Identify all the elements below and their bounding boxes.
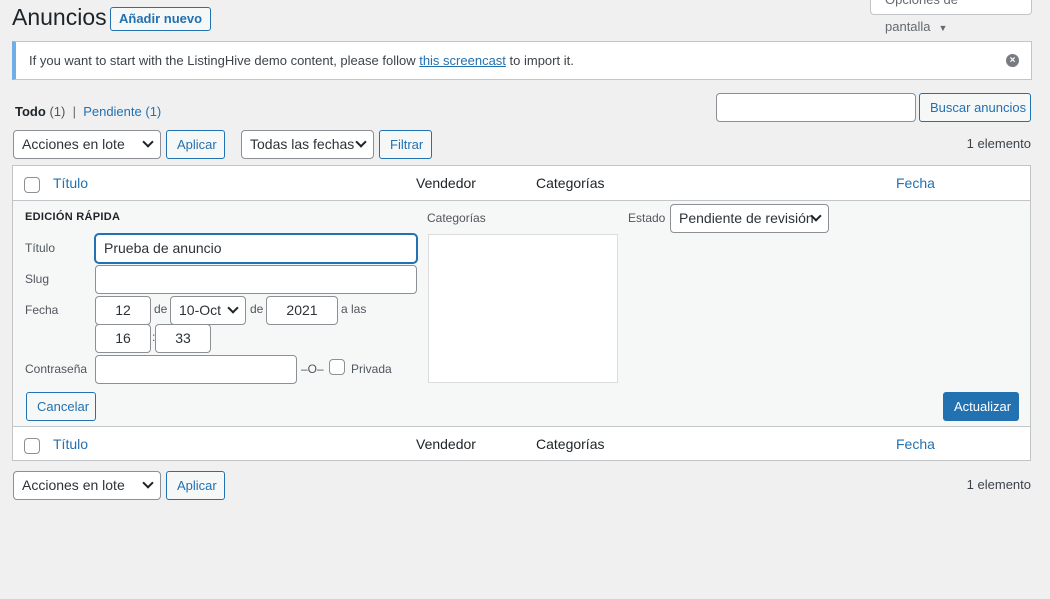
date-at-label: a las <box>341 302 367 316</box>
status-label: Estado <box>628 211 666 225</box>
page-title: Anuncios <box>12 4 107 30</box>
slug-input[interactable] <box>95 265 417 294</box>
chevron-down-icon <box>227 302 239 314</box>
view-separator: | <box>72 104 76 119</box>
day-input[interactable]: 12 <box>95 296 151 325</box>
column-categories: Categorías <box>536 175 605 191</box>
column-title-footer[interactable]: Título <box>53 436 88 452</box>
view-all-label: Todo <box>15 104 46 119</box>
categories-label: Categorías <box>427 211 486 225</box>
update-button[interactable]: Actualizar <box>943 392 1019 421</box>
year-input[interactable]: 2021 <box>266 296 338 325</box>
quick-edit-panel: EDICIÓN RÁPIDA Título Prueba de anuncio … <box>13 201 1030 426</box>
chevron-down-icon <box>142 477 154 489</box>
caret-down-icon: ▼ <box>938 23 948 33</box>
column-vendor: Vendedor <box>416 175 476 191</box>
date-label: Fecha <box>25 303 59 317</box>
column-date-footer[interactable]: Fecha <box>896 436 935 452</box>
status-views: Todo (1) | Pendiente (1) <box>15 104 161 119</box>
month-select[interactable]: 10-Oct <box>170 296 246 325</box>
listings-table: Título Vendedor Categorías Fecha EDICIÓN… <box>12 165 1031 461</box>
cancel-button[interactable]: Cancelar <box>26 392 96 421</box>
bulk-actions-value: Acciones en lote <box>22 136 125 152</box>
search-input[interactable] <box>716 93 916 122</box>
select-all-checkbox-footer[interactable] <box>24 438 40 454</box>
dates-filter-select[interactable]: Todas las fechas <box>241 130 374 159</box>
screencast-link[interactable]: this screencast <box>419 53 506 68</box>
chevron-down-icon <box>355 136 367 148</box>
month-value: 10-Oct <box>179 302 222 318</box>
dismiss-icon[interactable]: × <box>1006 54 1019 67</box>
status-value: Pendiente de revisión <box>679 210 814 226</box>
column-title[interactable]: Título <box>53 175 88 191</box>
column-categories-footer: Categorías <box>536 436 605 452</box>
private-checkbox[interactable] <box>329 359 345 375</box>
chevron-down-icon <box>142 136 154 148</box>
screen-options-button[interactable]: Opciones de pantalla▼ <box>870 0 1032 34</box>
password-input[interactable] <box>95 355 297 384</box>
bulk-actions-value-bottom: Acciones en lote <box>22 477 125 493</box>
view-pending-label: Pendiente <box>83 104 142 119</box>
title-input[interactable]: Prueba de anuncio <box>95 234 417 263</box>
quick-edit-heading: EDICIÓN RÁPIDA <box>25 211 121 223</box>
private-label: Privada <box>351 362 392 376</box>
table-footer: Título Vendedor Categorías Fecha <box>13 426 1030 461</box>
or-separator: –O– <box>301 362 324 376</box>
info-notice: If you want to start with the ListingHiv… <box>12 41 1032 80</box>
column-date[interactable]: Fecha <box>896 175 935 191</box>
apply-button-top[interactable]: Aplicar <box>166 130 225 159</box>
view-all-count: (1) <box>49 104 66 119</box>
column-vendor-footer: Vendedor <box>416 436 476 452</box>
item-count-top: 1 elemento <box>966 136 1031 151</box>
table-header: Título Vendedor Categorías Fecha <box>13 166 1030 201</box>
hour-input[interactable]: 16 <box>95 324 151 353</box>
bulk-actions-select-bottom[interactable]: Acciones en lote <box>13 471 161 500</box>
view-all[interactable]: Todo (1) <box>15 104 65 119</box>
notice-text-before: If you want to start with the ListingHiv… <box>29 53 420 68</box>
title-label: Título <box>25 241 56 255</box>
screen-options-label: Opciones de pantalla <box>885 0 958 34</box>
search-button[interactable]: Buscar anuncios <box>919 93 1031 122</box>
select-all-checkbox[interactable] <box>24 177 40 193</box>
notice-text-after: to import it. <box>505 53 574 68</box>
password-label: Contraseña <box>25 362 88 376</box>
view-pending-count: (1) <box>145 104 162 119</box>
bulk-actions-select-top[interactable]: Acciones en lote <box>13 130 161 159</box>
date-de-2: de <box>250 302 264 316</box>
apply-button-bottom[interactable]: Aplicar <box>166 471 225 500</box>
slug-label: Slug <box>25 272 50 286</box>
minute-input[interactable]: 33 <box>155 324 211 353</box>
categories-checklist[interactable] <box>428 234 618 383</box>
dates-value: Todas las fechas <box>250 136 355 152</box>
status-select[interactable]: Pendiente de revisión <box>670 204 829 233</box>
item-count-bottom: 1 elemento <box>966 477 1031 492</box>
date-de-1: de <box>154 302 168 316</box>
filter-button[interactable]: Filtrar <box>379 130 432 159</box>
view-pending[interactable]: Pendiente (1) <box>83 104 161 119</box>
add-new-button[interactable]: Añadir nuevo <box>110 7 212 31</box>
